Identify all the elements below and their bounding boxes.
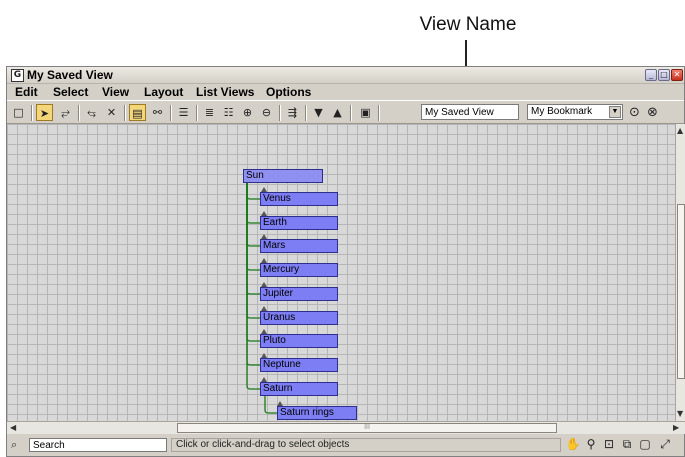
pan-hand-icon[interactable]: ✋ (565, 436, 581, 452)
graph-node[interactable]: Saturn rings (277, 406, 357, 420)
title-bar: G My Saved View _ □ ✕ (7, 67, 684, 84)
expand-icon[interactable]: ⊕ (239, 104, 256, 121)
graph-node[interactable]: Mars (260, 239, 338, 253)
toolbar-separator (31, 105, 33, 121)
search-icon: ⌕ (11, 438, 18, 451)
minimize-button[interactable]: _ (645, 69, 657, 81)
graph-node[interactable]: Venus (260, 192, 338, 206)
view-name-input[interactable] (421, 104, 519, 120)
graph-node[interactable]: Jupiter (260, 287, 338, 301)
bookmark-dropdown[interactable]: My Bookmark ▼ (527, 104, 623, 120)
vertical-scroll-thumb[interactable] (677, 204, 685, 379)
graph-node[interactable]: Mercury (260, 263, 338, 277)
display-floater-icon[interactable]: □ (10, 104, 27, 121)
hierarchy-link (246, 183, 260, 224)
schematic-view-window: G My Saved View _ □ ✕ Edit Select View L… (6, 66, 685, 457)
graph-node[interactable]: Pluto (260, 334, 338, 348)
maximize-button[interactable]: □ (658, 69, 670, 81)
select-arrow-icon[interactable]: ➤ (36, 104, 53, 121)
graph-links (246, 183, 283, 414)
view-name-callout-label: View Name (419, 14, 517, 35)
scroll-right-icon[interactable]: ▶ (673, 423, 679, 432)
toolbar-separator (196, 105, 198, 121)
hierarchy-link (246, 183, 260, 200)
zoom-selected-icon[interactable]: ▢ (637, 436, 653, 452)
menu-edit[interactable]: Edit (15, 85, 38, 99)
graph-node[interactable]: Saturn (260, 382, 338, 396)
menu-layout[interactable]: Layout (144, 85, 183, 99)
horizontal-scroll-thumb[interactable]: III (177, 423, 557, 433)
filter-down-icon[interactable]: ▼ (310, 104, 327, 121)
link-icon[interactable]: ⥃ (83, 104, 100, 121)
hierarchy-link (246, 183, 260, 366)
menu-select[interactable]: Select (53, 85, 88, 99)
delete-bookmark-icon[interactable]: ⊗ (644, 104, 661, 121)
unlink-delete-icon[interactable]: ✕ (103, 104, 120, 121)
toolbar-separator (305, 105, 307, 121)
toolbar-separator (378, 105, 380, 121)
graph-canvas[interactable]: Sun Venus Earth Mars Mercury Jupiter Uranus Plu… (7, 124, 675, 421)
hierarchy-link (246, 183, 260, 271)
graph-node[interactable]: Uranus (260, 311, 338, 325)
menu-view[interactable]: View (102, 85, 129, 99)
graph-node[interactable]: Earth (260, 216, 338, 230)
scroll-left-icon[interactable]: ◀ (10, 423, 16, 432)
toolbar: □ ➤ ⥂ ⥃ ✕ ▤ ⚯ ☰ ≣ ☷ ⊕ ⊖ ⇶ ▼ ▲ ▣ My Bookm… (7, 100, 684, 124)
align-left-icon[interactable]: ≣ (201, 104, 218, 121)
toolbar-separator (350, 105, 352, 121)
max-toggle-icon[interactable]: ⤢ (657, 436, 673, 452)
graph-node-root[interactable]: Sun (243, 169, 323, 183)
hierarchy-link (264, 396, 277, 414)
filter-up-icon[interactable]: ▲ (329, 104, 346, 121)
preferences-icon[interactable]: ▣ (357, 104, 374, 121)
close-button[interactable]: ✕ (671, 69, 683, 81)
graph-node[interactable]: Neptune (260, 358, 338, 372)
search-input[interactable] (29, 438, 167, 452)
zoom-extents-icon[interactable]: ⧉ (619, 436, 635, 452)
connect-icon[interactable]: ⥂ (57, 104, 74, 121)
zoom-icon[interactable]: ⚲ (583, 436, 599, 452)
zoom-region-icon[interactable]: ⊡ (601, 436, 617, 452)
toolbar-separator (170, 105, 172, 121)
scroll-up-icon[interactable]: ▲ (677, 126, 683, 135)
references-mode-icon[interactable]: ⚯ (149, 104, 166, 121)
collapse-icon[interactable]: ⊖ (258, 104, 275, 121)
arrange-icon[interactable]: ⇶ (284, 104, 301, 121)
go-to-bookmark-icon[interactable]: ⊙ (626, 104, 643, 121)
menu-options[interactable]: Options (266, 85, 311, 99)
list-icon[interactable]: ☰ (175, 104, 192, 121)
hierarchy-link (246, 183, 260, 247)
scroll-down-icon[interactable]: ▼ (677, 409, 683, 418)
status-hint: Click or click-and-drag to select object… (171, 438, 561, 452)
toolbar-separator (124, 105, 126, 121)
align-right-icon[interactable]: ☷ (220, 104, 237, 121)
vertical-scrollbar[interactable]: ▲ ▼ (675, 124, 685, 421)
toolbar-separator (78, 105, 80, 121)
menu-bar: Edit Select View Layout List Views Optio… (7, 84, 684, 100)
hierarchy-mode-icon[interactable]: ▤ (129, 104, 146, 121)
window-title: My Saved View (27, 68, 113, 82)
app-icon: G (11, 69, 24, 82)
bookmark-dropdown-value: My Bookmark (531, 106, 593, 117)
menu-list-views[interactable]: List Views (196, 85, 254, 99)
horizontal-scrollbar[interactable]: ◀ III ▶ (7, 421, 685, 434)
hierarchy-link (246, 183, 260, 390)
hierarchy-link (246, 183, 260, 319)
chevron-down-icon: ▼ (609, 106, 621, 118)
status-bar: ⌕ Click or click-and-drag to select obje… (7, 434, 685, 456)
toolbar-separator (279, 105, 281, 121)
